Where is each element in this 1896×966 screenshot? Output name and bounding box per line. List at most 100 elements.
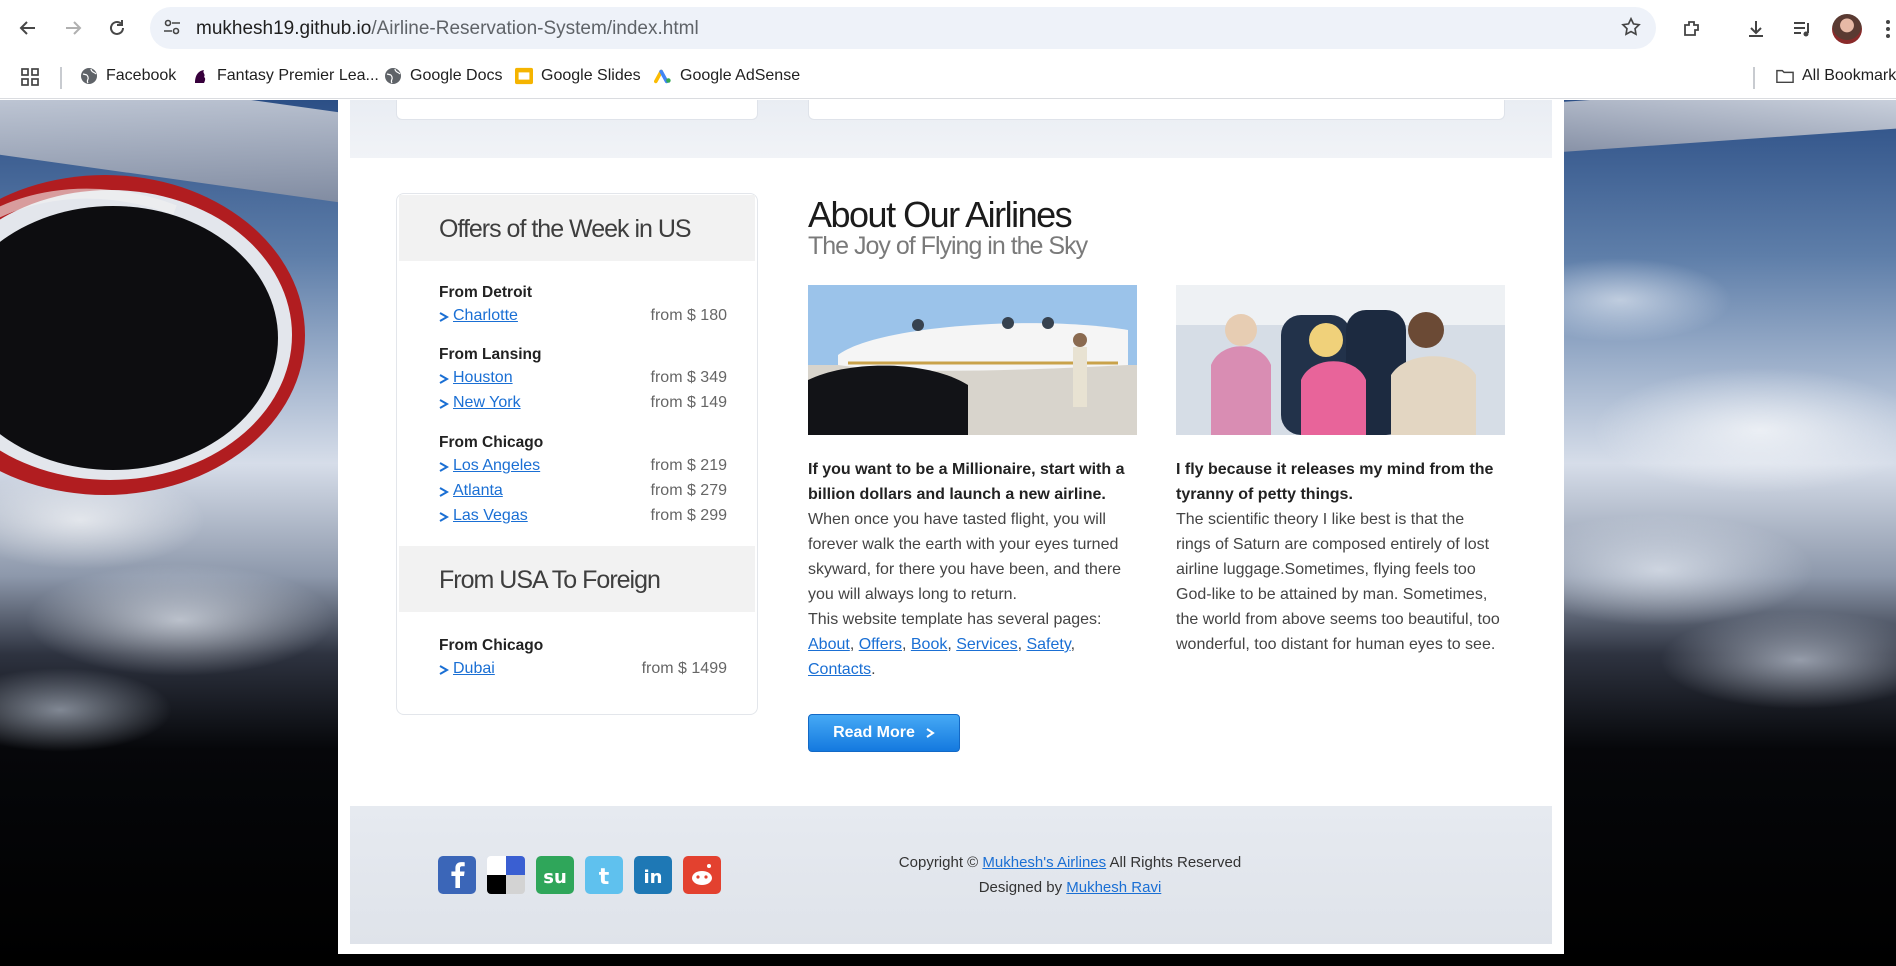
menu-icon[interactable] xyxy=(1872,13,1896,45)
bookmark-label: Facebook xyxy=(106,67,177,84)
slides-icon xyxy=(515,67,533,85)
private-jet-photo xyxy=(808,285,1137,435)
svg-text:t: t xyxy=(599,865,610,890)
back-button[interactable] xyxy=(13,13,43,43)
arrow-bullet-icon xyxy=(439,374,449,384)
about-text-left: When once you have tasted flight, you wi… xyxy=(808,511,1122,678)
designed-by-label: Designed by xyxy=(978,879,1063,896)
bookmarks-bar: Facebook Fantasy Premier Lea... Google D… xyxy=(0,57,1896,99)
offer-price: from $ 1499 xyxy=(641,660,727,677)
arrow-bullet-icon xyxy=(439,487,449,497)
arrow-bullet-icon xyxy=(439,665,449,675)
copyright-prefix: Copyright © xyxy=(898,854,979,871)
read-more-button[interactable]: Read More xyxy=(808,714,960,752)
quote-left: If you want to be a Millionaire, start w… xyxy=(808,461,1125,503)
origin-label: From Lansing xyxy=(439,346,542,363)
offer-row: Los Angeles from $ 219 xyxy=(439,457,727,477)
bookmark-fantasy-premier-league[interactable]: Fantasy Premier Lea... xyxy=(191,67,379,85)
delicious-icon[interactable] xyxy=(487,856,525,894)
offer-destination-link[interactable]: Dubai xyxy=(453,660,495,678)
folder-icon xyxy=(1776,67,1794,85)
forward-arrow-icon xyxy=(66,21,82,35)
linkedin-icon[interactable]: in xyxy=(634,856,672,894)
address-bar[interactable]: mukhesh19.github.io/Airline-Reservation-… xyxy=(150,7,1656,49)
offers-panel: Offers of the Week in US From Detroit Ch… xyxy=(396,193,758,715)
about-subtitle: The Joy of Flying in the Sky xyxy=(808,232,1088,260)
reddit-icon[interactable] xyxy=(683,856,721,894)
media-control-icon[interactable] xyxy=(1786,13,1818,45)
arrow-bullet-icon xyxy=(439,399,449,409)
site-footer: su t in Copyright © Mukhesh's Airlines A… xyxy=(350,806,1552,944)
arrow-bullet-icon xyxy=(439,462,449,472)
offer-destination-link[interactable]: Los Angeles xyxy=(453,457,540,475)
passengers-photo xyxy=(1176,285,1505,435)
bookmark-google-adsense[interactable]: Google AdSense xyxy=(654,67,800,85)
reload-icon xyxy=(110,20,124,35)
offers-foreign-title: From USA To Foreign xyxy=(439,566,661,594)
offer-destination-link[interactable]: New York xyxy=(453,394,521,412)
designer-link[interactable]: Mukhesh Ravi xyxy=(1066,879,1161,896)
link-offers[interactable]: Offers xyxy=(859,636,902,653)
offer-destination-link[interactable]: Houston xyxy=(453,369,513,387)
offer-destination-link[interactable]: Las Vegas xyxy=(453,507,528,525)
site-info-icon[interactable] xyxy=(162,17,182,42)
origin-label: From Chicago xyxy=(439,434,544,451)
url-host: mukhesh19.github.io xyxy=(196,18,372,39)
offers-us-header: Offers of the Week in US xyxy=(399,195,755,261)
bookmark-star-icon[interactable] xyxy=(1620,16,1642,43)
about-text-right: The scientific theory I like best is tha… xyxy=(1176,511,1500,653)
site-page: Offers of the Week in US From Detroit Ch… xyxy=(338,100,1564,954)
bookmark-google-slides[interactable]: Google Slides xyxy=(515,67,641,85)
top-right-box xyxy=(808,100,1505,120)
bookmark-facebook[interactable]: Facebook xyxy=(80,67,176,85)
extensions-icon[interactable] xyxy=(1676,13,1708,45)
reload-button[interactable] xyxy=(102,13,132,43)
read-more-label: Read More xyxy=(833,724,915,741)
forward-button[interactable] xyxy=(58,13,88,43)
svg-text:in: in xyxy=(644,867,663,888)
offer-row: Houston from $ 349 xyxy=(439,369,727,389)
top-left-box xyxy=(396,100,758,120)
apps-grid-icon[interactable] xyxy=(20,67,40,87)
offer-price: from $ 219 xyxy=(650,457,727,474)
twitter-icon[interactable]: t xyxy=(585,856,623,894)
link-book[interactable]: Book xyxy=(911,636,947,653)
offer-row: Atlanta from $ 279 xyxy=(439,482,727,502)
link-safety[interactable]: Safety xyxy=(1026,636,1070,653)
globe-icon xyxy=(384,67,402,85)
company-link[interactable]: Mukhesh's Airlines xyxy=(982,854,1106,871)
link-services[interactable]: Services xyxy=(956,636,1017,653)
url-path: /Airline-Reservation-System/index.html xyxy=(371,18,699,39)
jet-engine-image xyxy=(0,175,305,495)
url-text[interactable]: mukhesh19.github.io/Airline-Reservation-… xyxy=(196,18,699,40)
offer-row: Charlotte from $ 180 xyxy=(439,307,727,327)
offer-destination-link[interactable]: Atlanta xyxy=(453,482,503,500)
arrow-bullet-icon xyxy=(439,312,449,322)
browser-toolbar: mukhesh19.github.io/Airline-Reservation-… xyxy=(0,0,1896,57)
offer-destination-link[interactable]: Charlotte xyxy=(453,307,518,325)
globe-icon xyxy=(80,67,98,85)
all-bookmarks-button[interactable]: All Bookmarks xyxy=(1776,67,1896,85)
offer-price: from $ 279 xyxy=(650,482,727,499)
bookmark-label: Google Docs xyxy=(410,67,503,84)
bookmark-label: Google AdSense xyxy=(680,67,801,84)
offer-row: New York from $ 149 xyxy=(439,394,727,414)
arrow-bullet-icon xyxy=(439,512,449,522)
offer-price: from $ 349 xyxy=(650,369,727,386)
copyright: Copyright © Mukhesh's Airlines All Right… xyxy=(870,850,1270,900)
origin-label: From Detroit xyxy=(439,284,532,301)
bookmark-label: All Bookmarks xyxy=(1802,67,1896,84)
facebook-icon[interactable] xyxy=(438,856,476,894)
link-about[interactable]: About xyxy=(808,636,850,653)
bookmark-google-docs[interactable]: Google Docs xyxy=(384,67,503,85)
profile-avatar[interactable] xyxy=(1832,14,1862,44)
offer-row: Las Vegas from $ 299 xyxy=(439,507,727,527)
quote-right: I fly because it releases my mind from t… xyxy=(1176,461,1494,503)
offer-row: Dubai from $ 1499 xyxy=(439,660,727,680)
downloads-icon[interactable] xyxy=(1740,13,1772,45)
offers-us-title: Offers of the Week in US xyxy=(439,215,692,243)
bookmark-label: Fantasy Premier Lea... xyxy=(217,67,379,84)
link-contacts[interactable]: Contacts xyxy=(808,661,871,678)
stumbleupon-icon[interactable]: su xyxy=(536,856,574,894)
pages-intro: This website template has several pages: xyxy=(808,611,1102,628)
